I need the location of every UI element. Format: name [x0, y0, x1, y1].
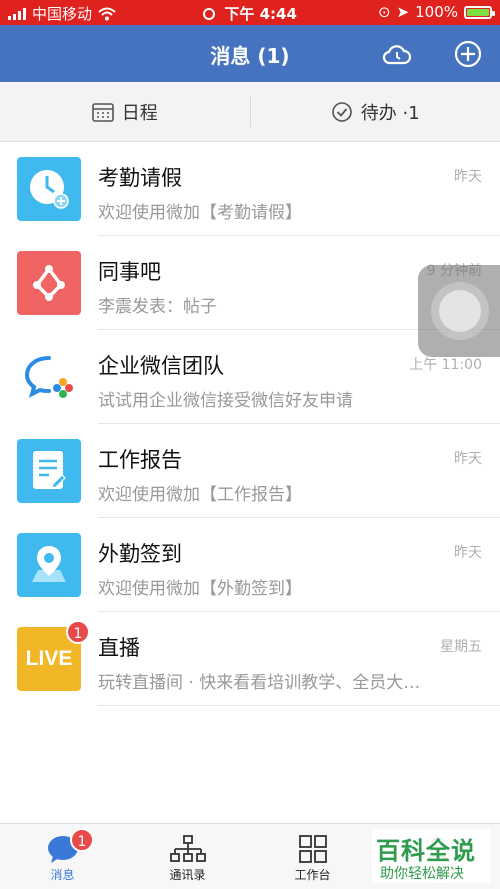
tab-label: 通讯录	[169, 868, 206, 882]
message-preview: 试试用企业微信接受微信好友申请	[98, 391, 353, 411]
tab-label: 工作台	[294, 868, 331, 882]
plus-circle-icon[interactable]	[452, 38, 484, 70]
rotation-lock-icon: ⊙	[377, 3, 391, 21]
watermark-title: 百科全说	[376, 837, 476, 865]
message-time: 昨天	[454, 451, 482, 467]
message-title: 考勤请假	[98, 166, 182, 190]
message-preview: 李震发表：帖子	[98, 297, 217, 317]
watermark-subtitle: 助你轻松解决	[380, 866, 464, 882]
segment-bar: 日程 待办 ·1	[0, 82, 500, 142]
list-item[interactable]: 工作报告 欢迎使用微加【工作报告】 昨天	[0, 424, 500, 518]
tab-workbench[interactable]: 工作台	[250, 824, 375, 889]
tab-contacts[interactable]: 通讯录	[125, 824, 250, 889]
status-bar: 中国移动 下午 4:44 ⊙ ➤ 100%	[0, 0, 500, 25]
divider	[98, 705, 500, 706]
nav-bar: 消息 (1)	[0, 25, 500, 82]
message-title: 同事吧	[98, 260, 161, 284]
schedule-label: 日程	[121, 102, 158, 124]
nodes-icon	[17, 251, 81, 315]
message-time: 昨天	[454, 169, 482, 185]
message-preview: 欢迎使用微加【外勤签到】	[98, 579, 302, 599]
calendar-icon	[91, 102, 114, 122]
battery-icon	[464, 5, 495, 19]
schedule-button[interactable]: 日程	[0, 96, 251, 127]
list-item[interactable]: 外勤签到 欢迎使用微加【外勤签到】 昨天	[0, 518, 500, 612]
location-arrow-icon: ➤	[396, 3, 410, 21]
document-icon	[17, 439, 81, 503]
message-preview: 玩转直播间 · 快来看看培训教学、全员大…	[98, 673, 421, 693]
message-time: 上午 11:00	[409, 357, 482, 373]
message-title: 工作报告	[98, 448, 182, 472]
message-title: 企业微信团队	[98, 354, 224, 378]
cloud-clock-icon[interactable]	[381, 38, 413, 70]
page-title: 消息 (1)	[210, 44, 290, 68]
todo-button[interactable]: 待办 ·1	[251, 82, 500, 141]
unread-badge: 1	[66, 620, 90, 644]
message-time: 星期五	[440, 639, 482, 655]
wework-icon	[17, 345, 81, 409]
tab-messages[interactable]: 消息 1	[0, 824, 125, 889]
message-list: 考勤请假 欢迎使用微加【考勤请假】 昨天 同事吧 李震发表：帖子 9 分钟前	[0, 142, 500, 706]
org-chart-icon	[169, 835, 206, 862]
grid-icon	[298, 835, 327, 863]
message-preview: 欢迎使用微加【考勤请假】	[98, 203, 302, 223]
clock-icon	[17, 157, 81, 221]
location-pin-icon	[17, 533, 81, 597]
list-item[interactable]: 考勤请假 欢迎使用微加【考勤请假】 昨天	[0, 142, 500, 236]
list-item[interactable]: LIVE 1 直播 玩转直播间 · 快来看看培训教学、全员大… 星期五	[0, 612, 500, 706]
message-title: 直播	[98, 636, 140, 660]
message-preview: 欢迎使用微加【工作报告】	[98, 485, 302, 505]
watermark-logo: 百科全说 助你轻松解决	[372, 829, 490, 883]
tab-label: 消息	[50, 868, 75, 882]
battery-percent: 100%	[415, 3, 458, 21]
message-time: 昨天	[454, 545, 482, 561]
todo-label: 待办 ·1	[360, 102, 420, 124]
alarm-icon	[203, 8, 216, 20]
assistive-touch-button[interactable]	[418, 265, 500, 357]
check-circle-icon	[331, 101, 352, 122]
message-title: 外勤签到	[98, 542, 182, 566]
status-time: 下午 4:44	[224, 5, 297, 23]
live-icon-text: LIVE	[25, 647, 73, 670]
tab-badge: 1	[70, 828, 94, 852]
